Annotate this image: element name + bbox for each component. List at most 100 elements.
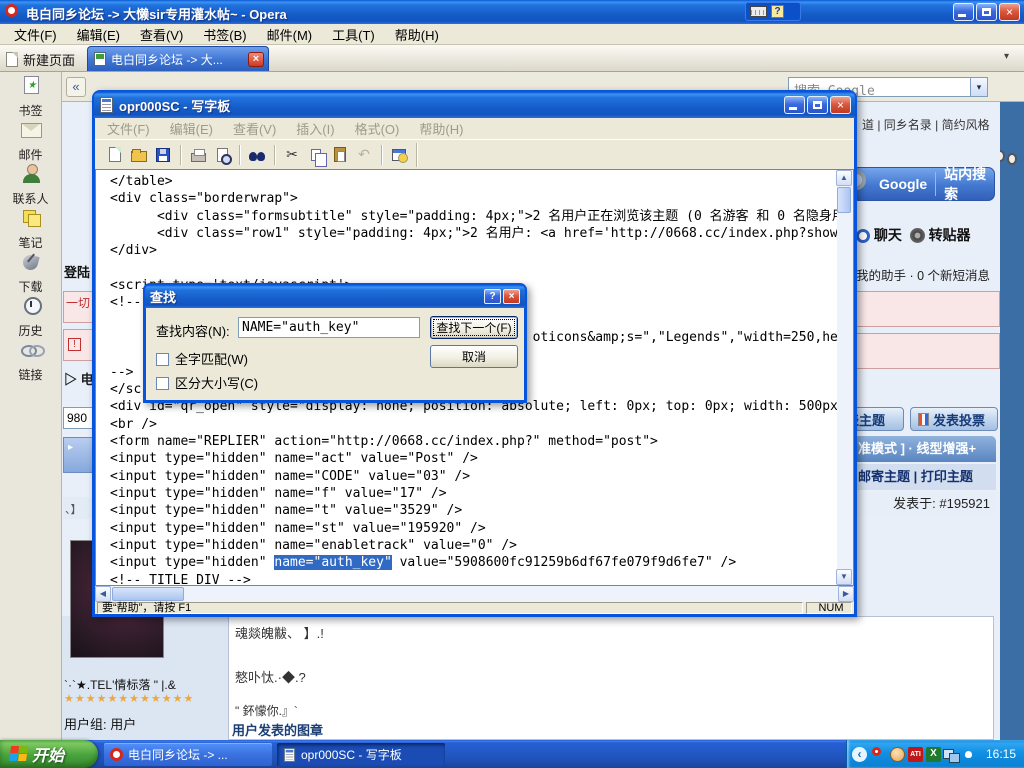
panel-bookmarks[interactable]: 书签 — [0, 72, 61, 116]
cut-button[interactable]: ✂ — [280, 143, 304, 167]
new-page-button[interactable]: 新建页面 — [0, 47, 85, 71]
ime-help-icon[interactable]: ? — [771, 5, 784, 18]
undo-icon: ↶ — [358, 147, 370, 163]
scroll-up-icon[interactable]: ▲ — [836, 170, 852, 186]
status-message: 要“帮助”，请按 F1 — [97, 602, 803, 614]
menu-view[interactable]: 查看(V) — [130, 24, 193, 45]
header-links[interactable]: 道 | 同乡名录 | 简约风格 — [862, 116, 990, 133]
paste-button[interactable] — [328, 143, 352, 167]
panel-mail[interactable]: 邮件 — [0, 116, 61, 160]
menu-bookmarks[interactable]: 书签(B) — [193, 24, 256, 45]
wp-menu-insert[interactable]: 插入(I) — [286, 118, 344, 139]
find-button[interactable] — [245, 143, 269, 167]
taskbar: 开始 电白同乡论坛 -> ... opr000SC - 写字板 ‹ ATI X … — [0, 740, 1024, 768]
find-what-input[interactable] — [238, 317, 420, 338]
code-line: <!-- TITLE DIV --> — [110, 572, 837, 585]
signature-line: 魂燚魄黻、 】.! — [235, 623, 324, 642]
wp-menu-help[interactable]: 帮助(H) — [409, 118, 473, 139]
taskbar-item-opera[interactable]: 电白同乡论坛 -> ... — [104, 743, 272, 766]
save-button[interactable] — [151, 143, 175, 167]
menu-edit[interactable]: 编辑(E) — [67, 24, 130, 45]
scroll-thumb[interactable] — [112, 587, 184, 601]
task-label: 电白同乡论坛 -> ... — [128, 746, 228, 763]
opera-restore-button[interactable] — [976, 3, 997, 21]
username[interactable]: `·`★.TEL'情标落 " |.& — [64, 676, 176, 693]
tab-close-icon[interactable]: × — [248, 52, 264, 67]
tray-ati-icon[interactable]: ATI — [908, 747, 923, 762]
mail-print-links[interactable]: 邮寄主题 | 打印主题 — [852, 464, 996, 490]
menu-tools[interactable]: 工具(T) — [322, 24, 385, 45]
undo-button[interactable]: ↶ — [352, 143, 376, 167]
panel-collapse-button[interactable]: « — [66, 77, 86, 97]
system-tray: ‹ ATI X 16:15 — [846, 740, 1024, 768]
menu-file[interactable]: 文件(F) — [4, 24, 67, 45]
breadcrumb[interactable]: ▷ 电 — [64, 369, 94, 388]
start-button[interactable]: 开始 — [0, 740, 98, 768]
scroll-down-icon[interactable]: ▼ — [836, 569, 852, 585]
wp-menu-edit[interactable]: 编辑(E) — [160, 118, 223, 139]
opera-panel-bar: 书签 邮件 联系人 笔记 下载 历史 链接 — [0, 72, 62, 740]
site-search-button[interactable]: 站内搜索 — [944, 164, 994, 204]
find-dialog-titlebar[interactable]: 查找 ? × — [145, 285, 525, 308]
code-line: <div class="formsubtitle" style="padding… — [110, 208, 837, 225]
keyboard-icon[interactable] — [750, 6, 767, 17]
panel-history[interactable]: 历史 — [0, 292, 61, 336]
search-dropdown-icon[interactable]: ▾ — [970, 78, 987, 96]
tray-network-icon[interactable] — [943, 747, 958, 762]
wp-menu-view[interactable]: 查看(V) — [223, 118, 286, 139]
tray-messenger-icon[interactable] — [890, 747, 905, 762]
wp-menu-format[interactable]: 格式(O) — [345, 118, 410, 139]
new-button[interactable] — [103, 143, 127, 167]
whole-word-checkbox[interactable] — [156, 353, 169, 366]
wordpad-hscrollbar[interactable]: ◀ ▶ — [95, 586, 854, 602]
post-poll-button[interactable]: 发表投票 — [910, 407, 998, 431]
datetime-button[interactable] — [387, 143, 411, 167]
language-bar[interactable]: ? — [745, 2, 801, 21]
scroll-thumb[interactable] — [837, 187, 851, 213]
panel-downloads[interactable]: 下载 — [0, 248, 61, 292]
panel-notes[interactable]: 笔记 — [0, 204, 61, 248]
panel-contacts[interactable]: 联系人 — [0, 160, 61, 204]
cancel-button[interactable]: 取消 — [430, 345, 518, 368]
login-link[interactable]: 登陆 — [64, 262, 90, 281]
panel-links[interactable]: 链接 — [0, 336, 61, 380]
scroll-left-icon[interactable]: ◀ — [95, 586, 111, 602]
scroll-right-icon[interactable]: ▶ — [838, 586, 854, 602]
find-next-button[interactable]: 查找下一个(F) — [430, 316, 518, 339]
tray-collapse-icon[interactable]: ‹ — [852, 747, 867, 762]
new-page-label: 新建页面 — [23, 50, 75, 69]
dialog-help-button[interactable]: ? — [484, 289, 501, 304]
trash-dropdown-icon[interactable]: ▾ — [1004, 51, 1009, 62]
assistant-link[interactable]: 我的助手 · 0 个新短消息 — [856, 265, 990, 284]
chat-link[interactable]: 聊天 转贴器 — [856, 225, 971, 245]
opera-titlebar[interactable]: 电白同乡论坛 -> 大懒sir专用灌水帖~ - Opera ? × — [0, 0, 1024, 24]
find-what-label: 查找内容(N): — [156, 321, 230, 340]
wordpad-minimize-button[interactable] — [784, 96, 805, 114]
opera-close-button[interactable]: × — [999, 3, 1020, 21]
toolbar-separator — [180, 145, 181, 165]
nav-button-strip[interactable]: ▸ — [63, 437, 93, 473]
code-line: <div class="borderwrap"> — [110, 190, 837, 207]
menu-help[interactable]: 帮助(H) — [385, 24, 449, 45]
open-button[interactable] — [127, 143, 151, 167]
wordpad-vscrollbar[interactable]: ▲ ▼ — [837, 170, 853, 585]
tray-app-icon[interactable]: X — [926, 747, 941, 762]
opera-minimize-button[interactable] — [953, 3, 974, 21]
copy-button[interactable] — [304, 143, 328, 167]
wordpad-maximize-button[interactable] — [807, 96, 828, 114]
print-preview-button[interactable] — [210, 143, 234, 167]
tray-opera-icon[interactable] — [872, 747, 881, 756]
tab-forum[interactable]: 电白同乡论坛 -> 大... × — [87, 46, 269, 71]
whole-word-label: 全字匹配(W) — [175, 352, 248, 367]
dialog-close-button[interactable]: × — [503, 289, 520, 304]
page-number-input[interactable]: 980 — [63, 407, 93, 429]
notes-icon — [20, 208, 42, 228]
print-button[interactable] — [186, 143, 210, 167]
clock[interactable]: 16:15 — [986, 747, 1016, 761]
menu-mail[interactable]: 邮件(M) — [257, 24, 323, 45]
wordpad-close-button[interactable]: × — [830, 96, 851, 114]
wp-menu-file[interactable]: 文件(F) — [97, 118, 160, 139]
wordpad-titlebar[interactable]: opr000SC - 写字板 × — [94, 92, 855, 118]
taskbar-item-wordpad[interactable]: opr000SC - 写字板 — [277, 743, 445, 766]
match-case-checkbox[interactable] — [156, 377, 169, 390]
